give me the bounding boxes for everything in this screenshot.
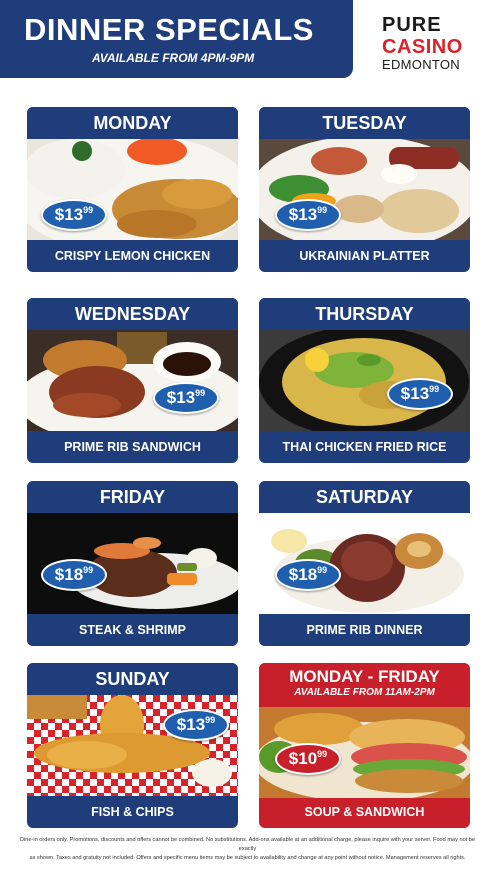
price-dollars: $13 — [176, 715, 206, 734]
price-badge: $1399 — [387, 378, 453, 410]
logo-line-edmonton: EDMONTON — [382, 57, 460, 72]
day-label: SATURDAY — [259, 481, 470, 513]
special-card-sunday: SUNDAY $1399 FISH & CHIPS — [27, 663, 238, 828]
price-badge: $1399 — [153, 382, 219, 414]
price-cents: 99 — [317, 205, 328, 215]
price-dollars: $13 — [166, 388, 196, 407]
food-photo-prime-rib-sandwich — [27, 330, 238, 431]
price-cents: 99 — [83, 205, 94, 215]
price-cents: 99 — [205, 715, 216, 725]
price-badge: $1399 — [163, 709, 229, 741]
price-badge: $1099 — [275, 743, 341, 775]
price-dollars: $13 — [54, 205, 84, 224]
day-label: SUNDAY — [27, 663, 238, 695]
dish-name: UKRAINIAN PLATTER — [299, 249, 430, 263]
price-dollars: $10 — [288, 749, 318, 768]
price-badge: $1399 — [41, 199, 107, 231]
price-dollars: $13 — [400, 384, 430, 403]
price-cents: 99 — [317, 749, 328, 759]
special-card-tuesday: TUESDAY $1399 UKRAINIAN PLATTER — [259, 107, 470, 272]
logo-line-casino: CASINO — [382, 36, 463, 58]
day-label: MONDAY — [27, 107, 238, 139]
disclaimer: Dine-in orders only. Promotions, discoun… — [20, 836, 475, 863]
price-badge: $1899 — [41, 559, 107, 591]
disclaimer-line-1: Dine-in orders only. Promotions, discoun… — [20, 837, 476, 852]
dish-name: FISH & CHIPS — [91, 805, 174, 819]
day-label: WEDNESDAY — [27, 298, 238, 330]
lunch-availability: AVAILABLE FROM 11AM-2PM — [294, 687, 435, 698]
dish-name: SOUP & SANDWICH — [304, 805, 425, 819]
price-badge: $1899 — [275, 559, 341, 591]
special-card-saturday: SATURDAY $1899 PRIME RIB DINNER — [259, 481, 470, 646]
price-cents: 99 — [429, 384, 440, 394]
price-dollars: $18 — [288, 565, 318, 584]
price-dollars: $13 — [288, 205, 318, 224]
pure-casino-logo: PURE CASINO EDMONTON — [382, 14, 462, 74]
day-label: MONDAY - FRIDAY — [259, 663, 470, 705]
price-cents: 99 — [317, 565, 328, 575]
special-card-thursday: THURSDAY $1399 THAI CHICKEN FRIED RICE — [259, 298, 470, 463]
price-cents: 99 — [83, 565, 94, 575]
availability-subtitle: AVAILABLE FROM 4PM-9PM — [92, 51, 255, 65]
day-label: TUESDAY — [259, 107, 470, 139]
special-card-monday: MONDAY $1399 CRISPY LEMON CHICKEN — [27, 107, 238, 272]
dish-name: STEAK & SHRIMP — [79, 623, 186, 637]
special-card-friday: FRIDAY $1899 STEAK & SHRIMP — [27, 481, 238, 646]
logo-line-pure: PURE — [382, 14, 442, 36]
page-title: DINNER SPECIALS — [24, 12, 314, 47]
dish-name: PRIME RIB SANDWICH — [64, 440, 201, 454]
header-banner: DINNER SPECIALS AVAILABLE FROM 4PM-9PM — [0, 0, 353, 78]
dish-name: CRISPY LEMON CHICKEN — [54, 249, 211, 263]
special-card-wednesday: WEDNESDAY $1399 PRIME RIB SANDWICH — [27, 298, 238, 463]
special-card-weekday-lunch: MONDAY - FRIDAY AVAILABLE FROM 11AM-2PM … — [259, 663, 470, 828]
day-label: FRIDAY — [27, 481, 238, 513]
dish-name: THAI CHICKEN FRIED RICE — [282, 440, 447, 454]
day-label: THURSDAY — [259, 298, 470, 330]
dish-name: PRIME RIB DINNER — [306, 623, 423, 637]
price-cents: 99 — [195, 388, 206, 398]
price-dollars: $18 — [54, 565, 84, 584]
disclaimer-line-2: as shown. Taxes and gratuity not include… — [29, 855, 466, 861]
price-badge: $1399 — [275, 199, 341, 231]
